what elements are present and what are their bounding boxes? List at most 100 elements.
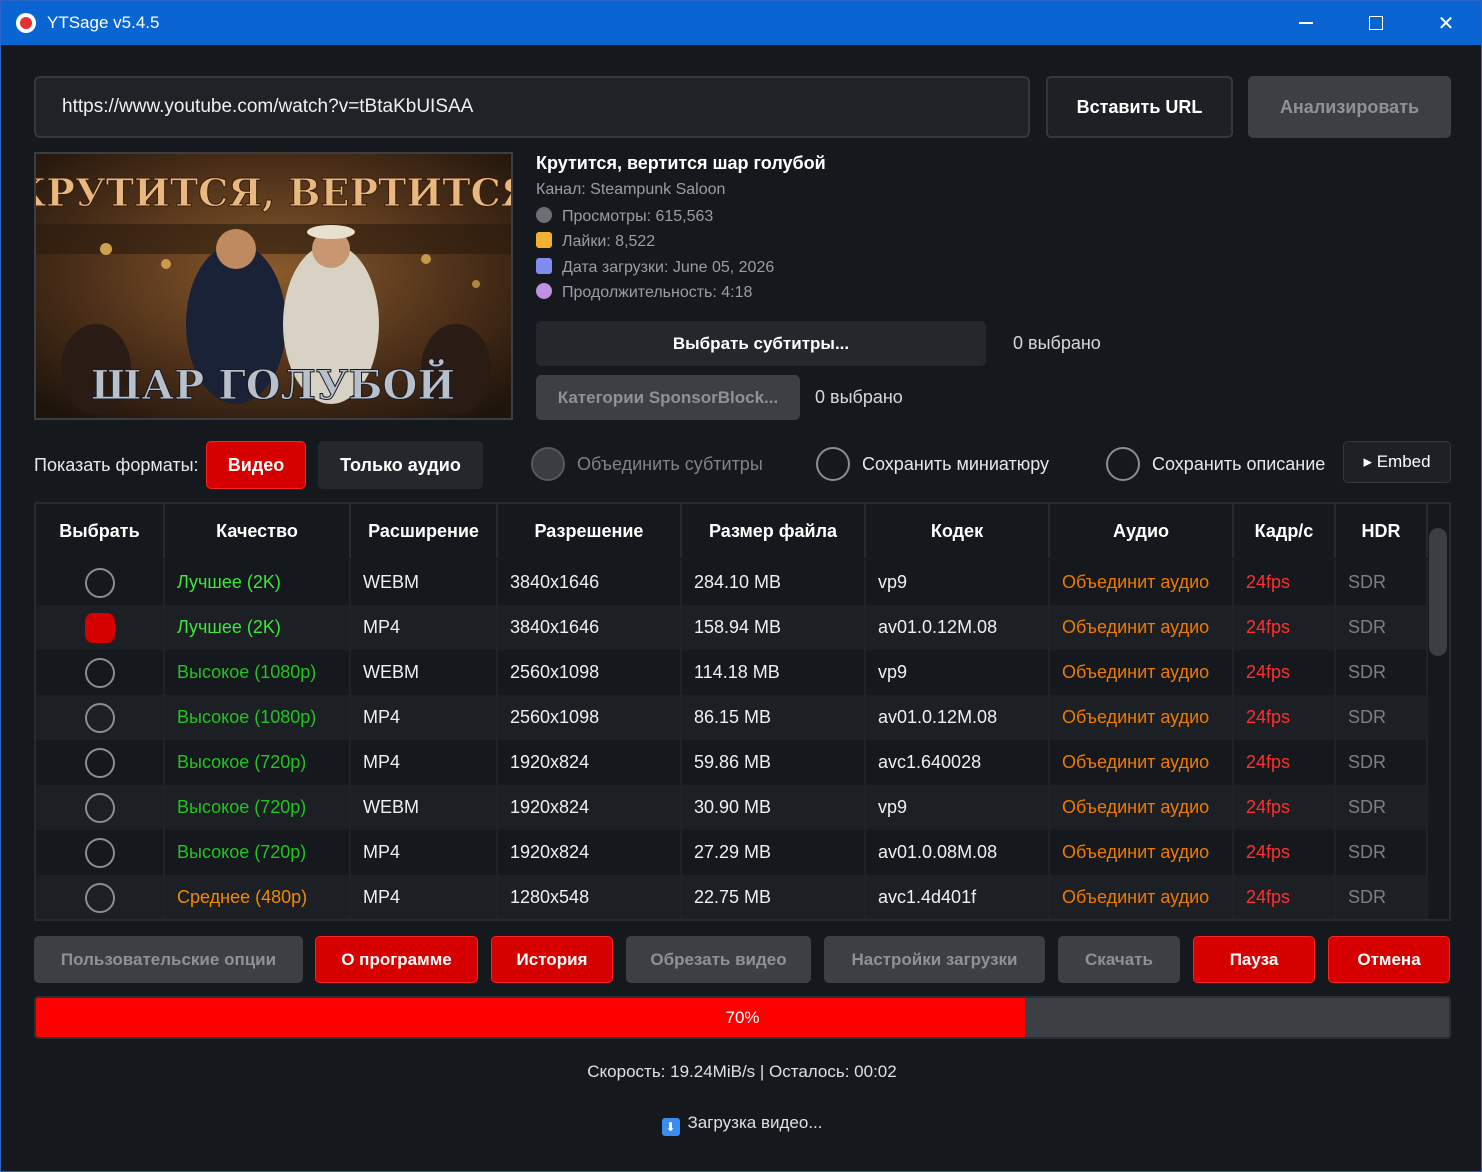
cell-resolution: 1920x824 [498,785,682,830]
column-header-hdr[interactable]: HDR [1336,504,1428,558]
column-header-resolution[interactable]: Разрешение [498,504,682,558]
formats-table: Выбрать Качество Расширение Разрешение Разме… [34,502,1451,921]
cell-hdr: SDR [1336,740,1428,785]
table-row[interactable]: Высокое (720p) MP4 1920x824 59.86 MB avc1.64… [36,740,1428,785]
row-select-checkbox[interactable] [84,702,115,733]
eye-icon [536,207,552,223]
cell-audio: Объединит аудио [1050,740,1234,785]
cell-resolution: 1920x824 [498,830,682,875]
cell-quality: Высокое (1080p) [165,650,351,695]
url-input[interactable] [34,76,1030,138]
embed-toggle-button[interactable]: ▸ Embed [1343,441,1451,483]
table-row[interactable]: Высокое (1080p) WEBM 2560x1098 114.18 MB vp9… [36,650,1428,695]
row-select-checkbox[interactable] [84,747,115,778]
cell-codec: vp9 [866,650,1050,695]
table-row[interactable]: Высокое (720p) MP4 1920x824 27.29 MB av01.0.… [36,830,1428,875]
cell-resolution: 2560x1098 [498,650,682,695]
cell-resolution: 3840x1646 [498,560,682,605]
paste-url-button[interactable]: Вставить URL [1046,76,1233,138]
cell-extension: MP4 [351,605,498,650]
maximize-button[interactable] [1341,1,1411,45]
video-formats-button[interactable]: Видео [206,441,306,489]
column-header-extension[interactable]: Расширение [351,504,498,558]
column-header-quality[interactable]: Качество [165,504,351,558]
row-select-cell[interactable] [36,650,165,695]
history-button[interactable]: История [491,936,613,983]
row-select-cell[interactable] [36,740,165,785]
table-row[interactable]: Лучшее (2K) MP4 3840x1646 158.94 MB av01.0.1… [36,605,1428,650]
column-header-fps[interactable]: Кадр/с [1234,504,1336,558]
table-row[interactable]: Высокое (720p) WEBM 1920x824 30.90 MB vp9 Объ… [36,785,1428,830]
column-header-audio[interactable]: Аудио [1050,504,1234,558]
row-select-cell[interactable] [36,830,165,875]
cell-resolution: 1280x548 [498,875,682,919]
cell-fps: 24fps [1234,650,1336,695]
cell-quality: Среднее (480p) [165,875,351,919]
cell-audio: Объединит аудио [1050,785,1234,830]
minimize-button[interactable] [1271,1,1341,45]
merge-subtitles-checkbox[interactable]: Объединить субтитры [531,447,763,481]
sponsorblock-categories-button[interactable]: Категории SponsorBlock... [536,375,800,420]
cell-hdr: SDR [1336,605,1428,650]
cell-file-size: 114.18 MB [682,650,866,695]
cell-quality: Лучшее (2K) [165,560,351,605]
channel-name: Канал: Steampunk Saloon [536,181,726,198]
analyze-button[interactable]: Анализировать [1248,76,1451,138]
download-settings-button[interactable]: Настройки загрузки [824,936,1045,983]
column-header-select[interactable]: Выбрать [36,504,165,558]
cell-audio: Объединит аудио [1050,695,1234,740]
save-thumbnail-label: Сохранить миниатюру [862,453,1050,474]
cell-audio: Объединит аудио [1050,650,1234,695]
table-row[interactable]: Среднее (480p) MP4 1280x548 22.75 MB avc1.4d… [36,875,1428,919]
alarm-clock-icon [536,283,552,299]
cell-audio: Объединит аудио [1050,560,1234,605]
row-select-checkbox[interactable] [84,882,115,913]
save-description-label: Сохранить описание [1152,453,1326,474]
cell-audio: Объединит аудио [1050,605,1234,650]
row-select-cell[interactable] [36,875,165,919]
cell-hdr: SDR [1336,875,1428,919]
cell-file-size: 22.75 MB [682,875,866,919]
table-row[interactable]: Лучшее (2K) WEBM 3840x1646 284.10 MB vp9 Объе… [36,560,1428,605]
row-select-cell[interactable] [36,785,165,830]
cell-quality: Высокое (720p) [165,785,351,830]
custom-options-button[interactable]: Пользовательские опции [34,936,303,983]
cell-codec: av01.0.12M.08 [866,605,1050,650]
row-select-checkbox[interactable] [84,612,115,643]
cancel-button[interactable]: Отмена [1328,936,1450,983]
cell-hdr: SDR [1336,695,1428,740]
trim-video-button[interactable]: Обрезать видео [626,936,811,983]
row-select-checkbox[interactable] [84,567,115,598]
row-select-checkbox[interactable] [84,657,115,688]
select-subtitles-button[interactable]: Выбрать субтитры... [536,321,986,366]
row-select-checkbox[interactable] [84,837,115,868]
row-select-cell[interactable] [36,695,165,740]
save-description-checkbox[interactable]: Сохранить описание [1106,447,1325,481]
cell-extension: WEBM [351,650,498,695]
row-select-checkbox[interactable] [84,792,115,823]
row-select-cell[interactable] [36,560,165,605]
about-button[interactable]: О программе [315,936,478,983]
close-button[interactable]: ✕ [1411,1,1481,45]
pause-button[interactable]: Пауза [1193,936,1315,983]
download-arrow-icon: ⬇ [661,1118,680,1136]
views-line: Просмотры: 615,563 [536,207,713,226]
cell-extension: MP4 [351,740,498,785]
column-header-codec[interactable]: Кодек [866,504,1050,558]
row-select-cell[interactable] [36,605,165,650]
column-header-file-size[interactable]: Размер файла [682,504,866,558]
cell-audio: Объединит аудио [1050,875,1234,919]
table-header: Выбрать Качество Расширение Разрешение Разме… [36,504,1428,558]
video-thumbnail: КРУТИТСЯ, ВЕРТИТСЯ ШАР ГОЛУБОЙ [34,152,513,420]
save-thumbnail-checkbox[interactable]: Сохранить миниатюру [816,447,1049,481]
cell-codec: av01.0.12M.08 [866,695,1050,740]
cell-resolution: 2560x1098 [498,695,682,740]
cell-file-size: 158.94 MB [682,605,866,650]
cell-quality: Высокое (720p) [165,740,351,785]
cell-fps: 24fps [1234,830,1336,875]
table-row[interactable]: Высокое (1080p) MP4 2560x1098 86.15 MB av01.… [36,695,1428,740]
table-scrollbar[interactable] [1429,528,1447,656]
download-button[interactable]: Скачать [1058,936,1180,983]
audio-only-button[interactable]: Только аудио [318,441,483,489]
save-description-check-circle [1106,447,1140,481]
